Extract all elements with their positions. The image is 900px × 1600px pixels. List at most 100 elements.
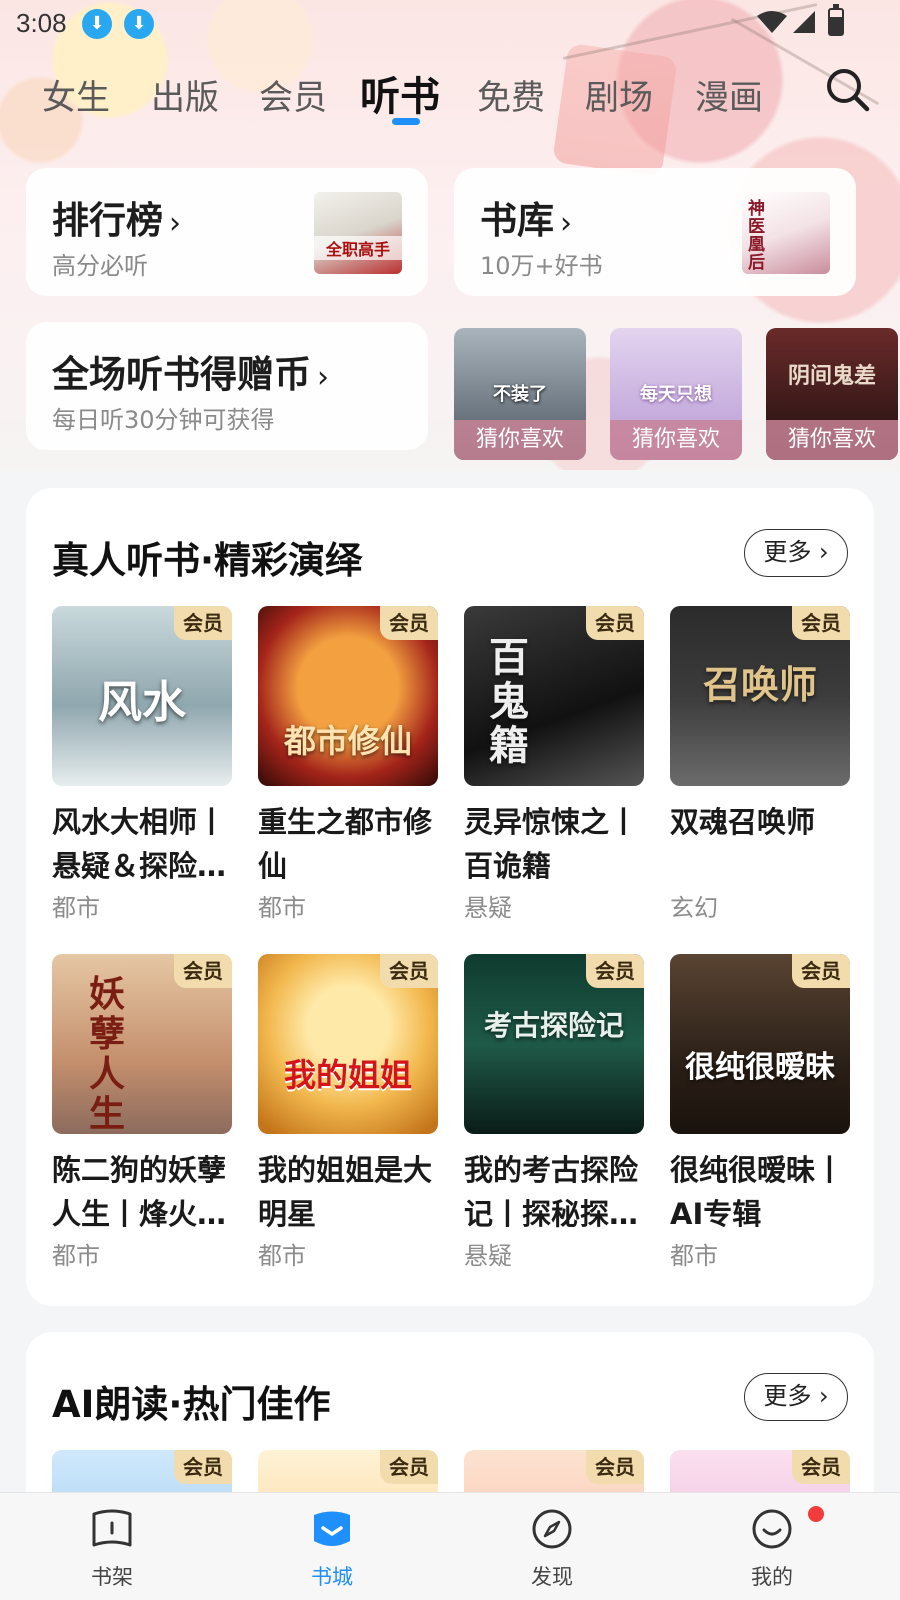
- member-badge: 会员: [380, 954, 438, 988]
- tab-member[interactable]: 会员: [259, 70, 327, 119]
- book-title: 双魂召唤师: [670, 805, 816, 839]
- signal-icon: [793, 11, 815, 33]
- tab-free[interactable]: 免费: [477, 70, 545, 119]
- nav-label: 发现: [531, 1565, 573, 1589]
- book-card[interactable]: 妖孽人生 会员 陈二狗的妖孽人生丨烽火… 都市: [52, 954, 232, 1271]
- library-title: 书库 ›: [480, 199, 572, 242]
- book-title: 我的姐姐是大明星: [258, 1153, 433, 1231]
- book-cover: 考古探险记 会员: [464, 954, 644, 1134]
- cover-title: 风水: [98, 677, 186, 728]
- ranking-title: 排行榜 ›: [52, 199, 181, 242]
- guess-label: 猜你喜欢: [454, 420, 586, 460]
- more-button[interactable]: 更多 ›: [744, 529, 848, 577]
- bookshelf-icon: [92, 1509, 132, 1547]
- library-subtitle: 10万+好书: [480, 252, 603, 280]
- book-card[interactable]: 召唤师 会员 双魂召唤师 玄幻: [670, 606, 850, 923]
- section-title: 真人听书·精彩演绎: [52, 539, 363, 582]
- guess-cover-title: 每天只想: [640, 384, 712, 405]
- download-icon: ⬇: [124, 9, 154, 39]
- book-cover: 我的姐姐 会员: [258, 954, 438, 1134]
- book-card[interactable]: 我的姐姐 会员 我的姐姐是大明星 都市: [258, 954, 438, 1271]
- member-badge: 会员: [586, 1450, 644, 1484]
- member-badge: 会员: [586, 606, 644, 640]
- book-cover: 很纯很暧昧 会员: [670, 954, 850, 1134]
- book-title: 重生之都市修仙: [258, 805, 433, 883]
- coins-subtitle: 每日听30分钟可获得: [52, 406, 275, 434]
- section-title: AI朗读·热门佳作: [52, 1383, 331, 1426]
- more-button[interactable]: 更多 ›: [744, 1373, 848, 1421]
- ranking-subtitle: 高分必听: [52, 252, 148, 280]
- guess-label: 猜你喜欢: [610, 420, 742, 460]
- nav-bookstore[interactable]: 书城: [272, 1493, 392, 1600]
- guess-cover-2[interactable]: 每天只想 猜你喜欢: [610, 328, 742, 460]
- member-badge: 会员: [174, 954, 232, 988]
- nav-label: 书架: [91, 1565, 133, 1589]
- book-card[interactable]: 百鬼籍 会员 灵异惊悚之丨百诡籍 悬疑: [464, 606, 644, 923]
- ranking-cover: 全职高手: [314, 192, 402, 274]
- book-category: 悬疑: [464, 1242, 512, 1270]
- nav-bookshelf[interactable]: 书架: [52, 1493, 172, 1600]
- book-category: 都市: [670, 1242, 718, 1270]
- book-card[interactable]: 都市修仙 会员 重生之都市修仙 都市: [258, 606, 438, 923]
- profile-icon: [752, 1509, 792, 1549]
- bookstore-icon: [314, 1511, 350, 1546]
- book-cover: 妖孽人生 会员: [52, 954, 232, 1134]
- book-card[interactable]: 风水 会员 风水大相师丨悬疑＆探险… 都市: [52, 606, 232, 923]
- wifi-icon: [757, 11, 787, 33]
- cover-title: 我的姐姐: [283, 1056, 412, 1094]
- nav-label: 书城: [311, 1565, 353, 1589]
- cover-title: 考古探险记: [483, 1009, 624, 1042]
- member-badge: 会员: [380, 1450, 438, 1484]
- download-icon: ⬇: [82, 9, 112, 39]
- book-card[interactable]: 很纯很暧昧 会员 很纯很暧昧丨AI专辑 都市: [670, 954, 850, 1271]
- guess-cover-title: 不装了: [493, 384, 547, 405]
- cover-title: 百鬼籍: [489, 634, 529, 769]
- member-badge: 会员: [586, 954, 644, 988]
- nav-label: 我的: [751, 1565, 793, 1589]
- book-category: 都市: [52, 894, 100, 922]
- cover-title: 召唤师: [702, 662, 817, 707]
- coins-title: 全场听书得赠币 ›: [52, 353, 329, 396]
- battery-icon: [828, 4, 844, 36]
- tab-comics[interactable]: 漫画: [695, 70, 763, 119]
- book-title: 我的考古探险记丨探秘探…: [464, 1153, 639, 1231]
- book-cover: 都市修仙 会员: [258, 606, 438, 786]
- nav-discover[interactable]: 发现: [492, 1493, 612, 1600]
- tab-female[interactable]: 女生: [42, 70, 110, 119]
- guess-label: 猜你喜欢: [766, 420, 898, 460]
- member-badge: 会员: [174, 606, 232, 640]
- member-badge: 会员: [792, 1450, 850, 1484]
- tab-publish[interactable]: 出版: [151, 70, 219, 119]
- status-time: 3:08: [16, 8, 67, 38]
- book-card[interactable]: 考古探险记 会员 我的考古探险记丨探秘探… 悬疑: [464, 954, 644, 1271]
- active-tab-indicator: [392, 118, 420, 125]
- book-category: 玄幻: [670, 894, 718, 922]
- tab-theater[interactable]: 剧场: [585, 70, 653, 119]
- guess-cover-1[interactable]: 不装了 猜你喜欢: [454, 328, 586, 460]
- book-category: 悬疑: [464, 894, 512, 922]
- section-human-narration: 真人听书·精彩演绎 更多 › 风水 会员 风水大相师丨悬疑＆探险… 都市 都市修…: [26, 488, 874, 1306]
- status-bar: 3:08 ⬇ ⬇: [0, 0, 900, 48]
- tab-audiobook[interactable]: 听书: [360, 64, 440, 122]
- ranking-card[interactable]: 排行榜 › 高分必听 全职高手: [26, 168, 428, 296]
- guess-cover-title: 阴间鬼差: [787, 363, 876, 389]
- guess-cover-3[interactable]: 阴间鬼差 猜你喜欢: [766, 328, 898, 460]
- discover-icon: [532, 1509, 572, 1549]
- notification-dot: [808, 1506, 824, 1522]
- bottom-navigation: 书架 书城 发现 我的: [0, 1492, 900, 1600]
- book-cover: 召唤师 会员: [670, 606, 850, 786]
- book-title: 风水大相师丨悬疑＆探险…: [52, 805, 227, 883]
- cover-title: 很纯很暧昧: [685, 1050, 835, 1085]
- search-icon[interactable]: [824, 66, 872, 114]
- coins-card[interactable]: 全场听书得赠币 › 每日听30分钟可获得: [26, 322, 428, 450]
- library-cover-title: 神医凰后: [748, 199, 765, 273]
- book-title: 陈二狗的妖孽人生丨烽火…: [52, 1153, 227, 1231]
- book-cover: 百鬼籍 会员: [464, 606, 644, 786]
- member-badge: 会员: [174, 1450, 232, 1484]
- book-title: 灵异惊悚之丨百诡籍: [464, 805, 639, 883]
- category-tabs: 女生 出版 会员 听书 免费 剧场 漫画: [0, 60, 900, 130]
- library-card[interactable]: 书库 › 10万+好书 神医凰后: [454, 168, 856, 296]
- member-badge: 会员: [380, 606, 438, 640]
- member-badge: 会员: [792, 606, 850, 640]
- member-badge: 会员: [792, 954, 850, 988]
